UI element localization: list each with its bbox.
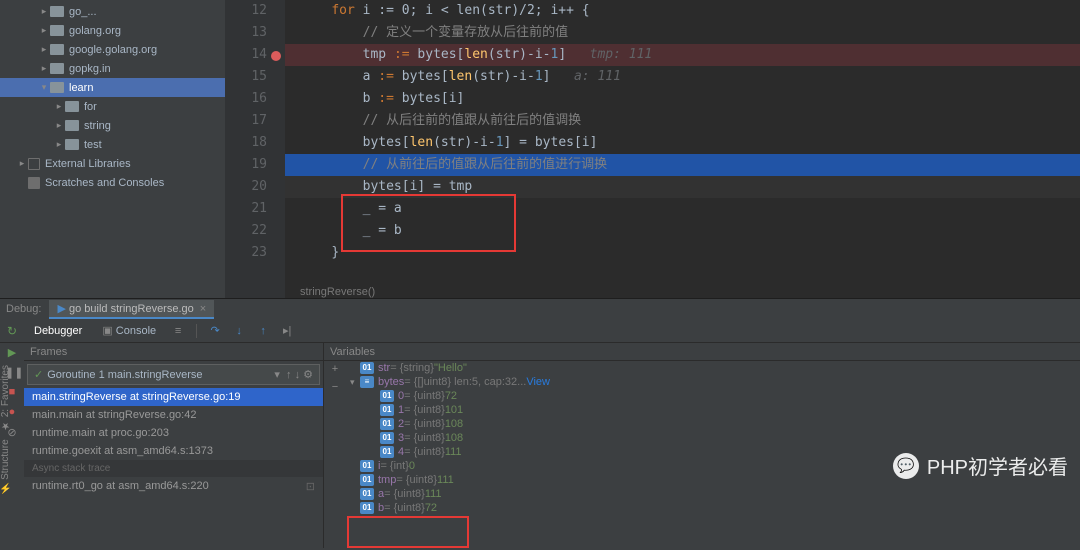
type-icon: ≡ [360,376,374,388]
threads-icon[interactable]: ≡ [169,322,187,340]
code-line[interactable]: tmp := bytes[len(str)-i-1] tmp: 111 [285,44,1080,66]
code-line[interactable]: // 从后往前的值跟从前往后的值调换 [285,110,1080,132]
project-tree[interactable]: ▸go_...▸golang.org▸google.golang.org▸gop… [0,0,225,298]
line-gutter: 121314151617181920212223 [225,0,285,298]
code-line[interactable]: _ = b [285,220,1080,242]
variable-row[interactable]: ▾≡bytes = {[]uint8} len:5, cap:32 ... Vi… [348,375,1080,389]
code-line[interactable]: } [285,242,1080,264]
code-line[interactable]: bytes[i] = tmp [285,176,1080,198]
code-line[interactable]: for i := 0; i < len(str)/2; i++ { [285,0,1080,22]
type-icon: 01 [360,488,374,500]
type-icon: 01 [360,362,374,374]
folder-icon [65,101,79,112]
type-icon: 01 [380,446,394,458]
scratches[interactable]: Scratches and Consoles [0,173,225,192]
type-icon: 01 [360,474,374,486]
frame-item[interactable]: runtime.main at proc.go:203 [24,424,323,442]
vars-toolbar: + − [324,361,346,395]
external-libraries[interactable]: ▸External Libraries [0,154,225,173]
folder-icon [50,63,64,74]
library-icon [28,158,40,170]
debug-header: Debug: ▶ go build stringReverse.go× [0,299,1080,319]
scratch-icon [28,177,40,189]
tab-console[interactable]: ▣ Console [92,320,166,341]
rerun-icon[interactable]: ↻ [0,324,24,338]
code-area[interactable]: for i := 0; i < len(str)/2; i++ { // 定义一… [285,0,1080,298]
folder-icon [65,120,79,131]
step-into-icon[interactable]: ↓ [230,322,248,340]
tree-folder[interactable]: ▾learn [0,78,225,97]
code-line[interactable]: // 定义一个变量存放从后往前的值 [285,22,1080,44]
code-line[interactable]: _ = a [285,198,1080,220]
type-icon: 01 [380,418,394,430]
debug-label: Debug: [6,303,41,315]
debug-toolbar: ↻ Debugger ▣ Console ≡ ↷ ↓ ↑ ▸| [0,319,1080,343]
variables-header: Variables [324,343,1080,361]
folder-icon [50,44,64,55]
frames-panel[interactable]: Frames ✓Goroutine 1 main.stringReverse ▾… [24,343,324,548]
highlight-box-vars [347,516,469,548]
code-line[interactable]: bytes[len(str)-i-1] = bytes[i] [285,132,1080,154]
close-icon[interactable]: × [200,303,206,315]
folder-icon [50,6,64,17]
debug-panel[interactable]: Debug: ▶ go build stringReverse.go× ↻ De… [0,298,1080,550]
step-over-icon[interactable]: ↷ [206,322,224,340]
frame-item[interactable]: main.main at stringReverse.go:42 [24,406,323,424]
variable-row[interactable]: 01a = {uint8} 111 [348,487,1080,501]
variable-row[interactable]: 011 = {uint8} 101 [348,403,1080,417]
debug-run-tab[interactable]: ▶ go build stringReverse.go× [49,300,214,319]
breakpoint-icon[interactable] [271,51,281,61]
tree-folder[interactable]: ▸go_... [0,2,225,21]
frame-item[interactable]: runtime.goexit at asm_amd64.s:1373 [24,442,323,460]
folder-icon [50,25,64,36]
variable-row[interactable]: 01str = {string} "Hello" [348,361,1080,375]
wechat-icon: 💬 [893,453,919,479]
type-icon: 01 [380,432,394,444]
run-to-cursor-icon[interactable]: ▸| [278,322,296,340]
tree-folder[interactable]: ▸for [0,97,225,116]
folder-icon [65,139,79,150]
resume-icon[interactable]: ▶ [5,346,19,360]
folder-icon [50,82,64,93]
variable-row[interactable]: 013 = {uint8} 108 [348,431,1080,445]
variable-row[interactable]: 010 = {uint8} 72 [348,389,1080,403]
breadcrumb[interactable]: stringReverse() [300,286,375,298]
tree-folder[interactable]: ▸test [0,135,225,154]
watermark: 💬 PHP初学者必看 [893,451,1068,480]
code-line[interactable]: b := bytes[i] [285,88,1080,110]
remove-watch-icon[interactable]: − [328,381,342,395]
type-icon: 01 [360,460,374,472]
variables-panel[interactable]: Variables + − 01str = {string} "Hello"▾≡… [324,343,1080,548]
tab-debugger[interactable]: Debugger [24,321,92,341]
structure-tab[interactable]: ⚡ Structure ★ 2: Favorites [0,365,11,495]
tree-folder[interactable]: ▸gopkg.in [0,59,225,78]
frame-item[interactable]: main.stringReverse at stringReverse.go:1… [24,388,323,406]
type-icon: 01 [360,502,374,514]
code-line[interactable]: // 从前往后的值跟从后往前的值进行调换 [285,154,1080,176]
tree-folder[interactable]: ▸string [0,116,225,135]
variable-row[interactable]: 01b = {uint8} 72 [348,501,1080,515]
variable-row[interactable]: 012 = {uint8} 108 [348,417,1080,431]
step-out-icon[interactable]: ↑ [254,322,272,340]
code-editor[interactable]: 121314151617181920212223 for i := 0; i <… [225,0,1080,298]
goroutine-dropdown[interactable]: ✓Goroutine 1 main.stringReverse ▾ ↑ ↓ ⚙ [27,364,320,385]
type-icon: 01 [380,390,394,402]
add-watch-icon[interactable]: + [328,363,342,377]
code-line[interactable]: a := bytes[len(str)-i-1] a: 111 [285,66,1080,88]
frames-header: Frames [24,343,323,361]
tree-folder[interactable]: ▸google.golang.org [0,40,225,59]
type-icon: 01 [380,404,394,416]
frame-item[interactable]: runtime.rt0_go at asm_amd64.s:220⊡ [24,477,323,496]
tree-folder[interactable]: ▸golang.org [0,21,225,40]
async-trace-header: Async stack trace [24,460,323,477]
